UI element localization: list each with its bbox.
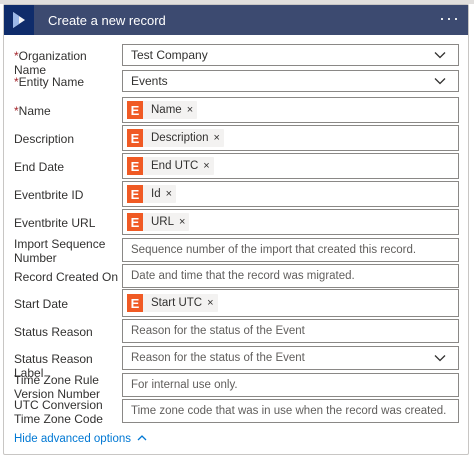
input-placeholder: Sequence number of the import that creat… [131,244,417,256]
name-field[interactable]: E Name × [122,97,459,123]
field-label: Start Date [14,297,69,311]
field-label: End Date [14,160,65,174]
select-value: Test Company [131,48,208,62]
entity-name-select[interactable]: Events [122,70,459,92]
chevron-down-icon[interactable] [434,49,446,61]
chevron-down-icon[interactable] [434,352,446,364]
dynamic-content-token[interactable]: E End UTC × [127,157,214,175]
organization-name-select[interactable]: Test Company [122,44,459,66]
remove-token-icon[interactable]: × [207,297,213,309]
action-card: Create a new record ··· *Organization Na… [3,4,469,455]
token-label: Description [151,132,209,144]
field-label-text: Entity Name [18,75,85,89]
eventbrite-icon: E [127,157,143,175]
utc-conversion-time-zone-code-input[interactable]: Time zone code that was in use when the … [122,399,459,423]
link-text: Hide advanced options [14,433,131,445]
token-label: Start UTC [151,297,203,309]
card-header[interactable]: Create a new record ··· [4,5,468,35]
more-options-icon[interactable]: ··· [439,8,460,29]
time-zone-rule-version-number-input[interactable]: For internal use only. [122,373,459,397]
field-label: Record Created On [14,270,119,284]
input-placeholder: For internal use only. [131,379,238,391]
field-label: UTC Conversion Time Zone Code [14,398,103,426]
dynamic-content-token[interactable]: E URL × [127,213,190,231]
input-placeholder: Time zone code that was in use when the … [131,405,447,417]
input-placeholder: Date and time that the record was migrat… [131,270,355,282]
remove-token-icon[interactable]: × [203,160,209,172]
token-label: End UTC [151,160,199,172]
token-label: Id [151,188,161,200]
start-date-field[interactable]: E Start UTC × [122,289,459,317]
remove-token-icon[interactable]: × [214,132,220,144]
eventbrite-url-field[interactable]: E URL × [122,209,459,235]
chevron-down-icon[interactable] [434,75,446,87]
token-label: URL [151,216,175,228]
chevron-up-icon [137,435,147,441]
dynamic-content-token[interactable]: E Start UTC × [127,294,218,312]
eventbrite-icon: E [127,294,143,312]
record-created-on-input[interactable]: Date and time that the record was migrat… [122,264,459,288]
import-sequence-number-input[interactable]: Sequence number of the import that creat… [122,238,459,262]
field-label: Description [14,132,75,146]
field-label: Import Sequence Number [14,237,106,265]
eventbrite-icon: E [127,129,143,147]
field-label-text: Name [18,104,51,118]
remove-token-icon[interactable]: × [179,216,185,228]
select-placeholder: Reason for the status of the Event [131,352,305,364]
eventbrite-icon: E [127,185,143,203]
field-label: *Entity Name [14,75,122,89]
field-label: Status Reason [14,325,93,339]
select-value: Events [131,74,168,88]
status-reason-label-select[interactable]: Reason for the status of the Event [122,346,459,370]
dynamic-content-token[interactable]: E Name × [127,101,198,119]
remove-token-icon[interactable]: × [166,188,172,200]
description-field[interactable]: E Description × [122,125,459,151]
input-placeholder: Reason for the status of the Event [131,325,305,337]
eventbrite-icon: E [127,213,143,231]
dynamics-logo-icon [4,5,34,35]
eventbrite-id-field[interactable]: E Id × [122,181,459,207]
card-title: Create a new record [48,13,166,28]
end-date-field[interactable]: E End UTC × [122,153,459,179]
field-label: Eventbrite ID [14,188,84,202]
remove-token-icon[interactable]: × [187,104,193,116]
eventbrite-icon: E [127,101,143,119]
field-label-text: Organization Name [14,49,87,77]
dynamic-content-token[interactable]: E Id × [127,185,177,203]
field-label: Eventbrite URL [14,216,96,230]
field-label: Time Zone Rule Version Number [14,373,101,401]
field-label: *Name [14,104,122,118]
dynamic-content-token[interactable]: E Description × [127,129,224,147]
status-reason-input[interactable]: Reason for the status of the Event [122,319,459,343]
hide-advanced-options-link[interactable]: Hide advanced options [14,433,147,445]
token-label: Name [151,104,182,116]
field-label: *Organization Name [14,49,122,77]
